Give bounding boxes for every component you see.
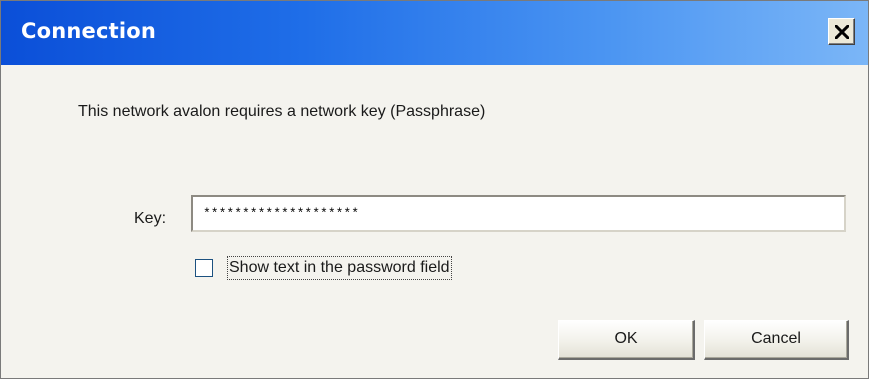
show-text-checkbox[interactable] [195,259,213,277]
ok-button[interactable]: OK [558,320,695,360]
key-input[interactable] [191,195,846,232]
dialog-body: This network avalon requires a network k… [1,65,868,378]
show-text-label[interactable]: Show text in the password field [227,256,452,280]
close-icon [835,25,849,39]
close-button[interactable] [828,18,855,45]
key-label: Key: [134,210,167,227]
network-key-message: This network avalon requires a network k… [78,103,486,120]
cancel-button[interactable]: Cancel [704,320,849,360]
title-bar[interactable]: Connection [1,1,868,65]
connection-dialog: Connection This network avalon requires … [0,0,869,379]
window-title: Connection [21,19,157,43]
